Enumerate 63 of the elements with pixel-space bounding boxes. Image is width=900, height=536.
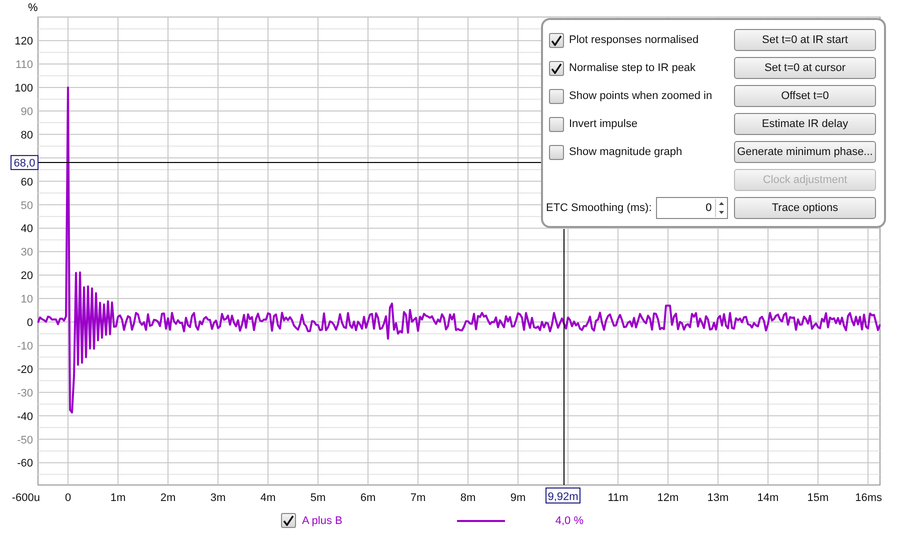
y-tick-label: -10 xyxy=(17,340,33,352)
option-label: Show magnitude graph xyxy=(569,146,682,158)
y-tick-label: 120 xyxy=(14,36,33,48)
x-tick-label: 16ms xyxy=(855,492,882,504)
option-label: Show points when zoomed in xyxy=(569,90,712,102)
option-label: Normalise step to IR peak xyxy=(569,62,696,74)
y-tick-label: 30 xyxy=(20,246,33,259)
smoothing-spinner[interactable]: 0 xyxy=(656,197,728,219)
legend-checkbox[interactable] xyxy=(281,513,296,528)
checkbox[interactable] xyxy=(549,60,564,76)
panel-button[interactable]: Trace options xyxy=(734,197,876,219)
y-tick-label: -20 xyxy=(17,364,33,376)
cursor-value-label: 68,0 xyxy=(10,155,38,170)
x-tick-label: 4m xyxy=(260,492,276,504)
trace-name: A plus B xyxy=(302,514,342,526)
cursor-time-label: 9,92m xyxy=(546,488,580,504)
y-tick-label: 40 xyxy=(20,223,33,236)
checkbox[interactable] xyxy=(549,88,564,104)
x-tick-label: 12m xyxy=(657,492,679,504)
panel-button[interactable]: Estimate IR delay xyxy=(734,113,876,135)
y-tick-label: 110 xyxy=(15,59,33,72)
x-tick-label: 6m xyxy=(360,492,376,504)
panel-button[interactable]: Offset t=0 xyxy=(734,85,876,107)
panel-button[interactable]: Generate minimum phase... xyxy=(734,141,876,163)
y-tick-label: -60 xyxy=(17,458,33,470)
y-tick-label: 50 xyxy=(20,200,33,212)
check-icon xyxy=(551,34,562,46)
x-tick-label: 5m xyxy=(310,492,326,504)
x-tick-label: 15m xyxy=(807,492,829,504)
x-tick-label: 7m xyxy=(410,492,426,504)
option-label: Invert impulse xyxy=(569,118,638,130)
x-tick-label: 9m xyxy=(510,492,526,504)
checkbox[interactable] xyxy=(549,144,564,160)
y-tick-label: 90 xyxy=(20,106,33,118)
x-tick-label: 11m xyxy=(608,492,628,504)
checkbox[interactable] xyxy=(549,116,564,132)
x-tick-label: 1m xyxy=(110,492,126,504)
option-label: Plot responses normalised xyxy=(569,34,699,46)
y-tick-label: -30 xyxy=(17,387,33,400)
x-tick-label: 14m xyxy=(757,492,779,504)
y-axis-unit: % xyxy=(28,2,38,14)
checkbox[interactable] xyxy=(549,32,564,48)
x-tick-label: -600u xyxy=(12,492,40,504)
check-icon xyxy=(283,515,294,526)
y-tick-label: -40 xyxy=(17,410,33,423)
y-tick-label: 100 xyxy=(14,82,33,94)
y-tick-label: -50 xyxy=(17,434,33,446)
y-tick-label: 60 xyxy=(20,176,33,188)
x-tick-label: 3m xyxy=(210,492,226,504)
x-tick-label: 8m xyxy=(460,492,476,504)
x-tick-label: 0 xyxy=(64,492,72,504)
y-tick-label: 0 xyxy=(26,317,33,329)
y-tick-label: 80 xyxy=(20,129,33,142)
cursor-line[interactable] xyxy=(38,162,542,164)
check-icon xyxy=(551,62,562,74)
panel-button[interactable]: Set t=0 at IR start xyxy=(734,29,876,51)
y-tick-label: 20 xyxy=(20,270,33,282)
y-tick-label: 10 xyxy=(20,294,33,306)
panel-button[interactable]: Set t=0 at cursor xyxy=(734,57,876,79)
trace-reading: 4,0 % xyxy=(555,514,584,526)
x-tick-label: 13m xyxy=(707,492,729,504)
smoothing-label: ETC Smoothing (ms): xyxy=(546,202,652,214)
x-tick-label: 2m xyxy=(160,492,176,504)
